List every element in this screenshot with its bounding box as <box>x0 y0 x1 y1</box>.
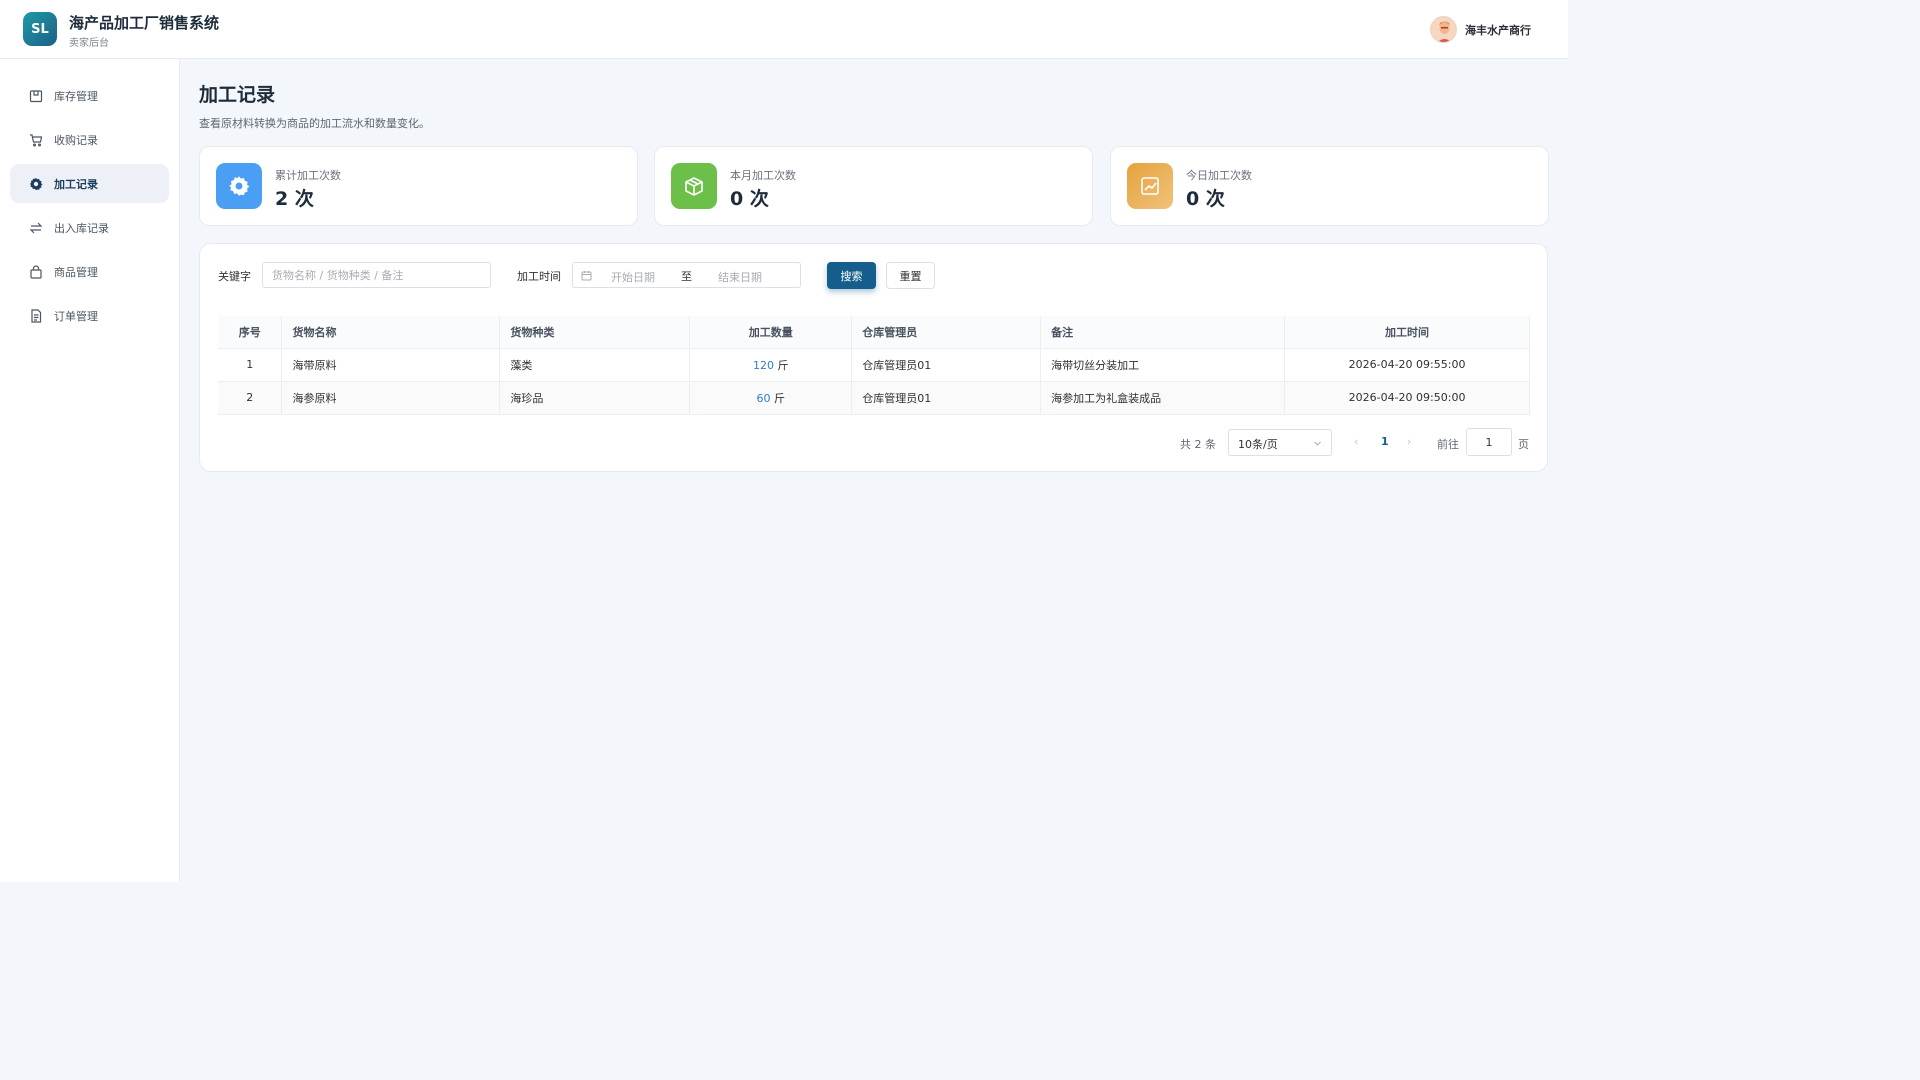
table-row: 1 海带原料 藻类 120 斤 仓库管理员01 海带切丝分装加工 2026-04… <box>218 348 1530 382</box>
column-header: 备注 <box>1040 316 1286 349</box>
pagination-total: 共 2 条 <box>1180 438 1216 451</box>
table-header-row: 序号 货物名称 货物种类 加工数量 仓库管理员 备注 加工时间 <box>218 316 1530 349</box>
stat-label: 累计加工次数 <box>275 169 341 182</box>
page-size-value: 10条/页 <box>1238 438 1278 451</box>
date-range-picker[interactable]: 开始日期 至 结束日期 <box>572 262 801 288</box>
keyword-input[interactable] <box>263 263 490 287</box>
goto-page-input[interactable]: 1 <box>1466 428 1512 456</box>
avatar[interactable] <box>1430 16 1457 43</box>
cell-time: 2026-04-20 09:55:00 <box>1284 348 1530 382</box>
sidebar-item-processing[interactable]: 加工记录 <box>10 164 169 203</box>
app-title: 海产品加工厂销售系统 <box>69 14 220 32</box>
bag-icon <box>28 264 43 279</box>
stat-label: 今日加工次数 <box>1186 169 1252 182</box>
stat-value: 0 次 <box>730 188 769 210</box>
goto-label: 前往 <box>1437 438 1459 451</box>
calendar-icon <box>581 270 592 284</box>
time-label: 加工时间 <box>517 270 561 283</box>
end-date-input[interactable]: 结束日期 <box>718 269 762 285</box>
column-header: 货物名称 <box>281 316 501 349</box>
stat-card-month: 本月加工次数 0 次 <box>654 146 1093 226</box>
sidebar-item-label: 收购记录 <box>54 133 98 147</box>
stat-value: 2 次 <box>275 188 314 210</box>
processing-records-table: 序号 货物名称 货物种类 加工数量 仓库管理员 备注 加工时间 1 海带原料 藻… <box>218 316 1530 415</box>
page-suffix: 页 <box>1518 438 1529 451</box>
page-number-current[interactable]: 1 <box>1381 435 1389 448</box>
cell-name: 海带原料 <box>281 348 501 382</box>
start-date-input[interactable]: 开始日期 <box>611 269 655 285</box>
cell-category: 藻类 <box>499 348 691 382</box>
sidebar-item-stock-io[interactable]: 出入库记录 <box>10 208 169 247</box>
trend-chart-icon <box>1127 163 1173 209</box>
quantity-value: 120 <box>753 358 775 372</box>
sidebar-item-label: 订单管理 <box>54 309 98 323</box>
cell-category: 海珍品 <box>499 381 691 415</box>
stat-card-total: 累计加工次数 2 次 <box>199 146 638 226</box>
column-header: 加工数量 <box>689 316 853 349</box>
range-separator: 至 <box>681 270 692 283</box>
top-header: SL 海产品加工厂销售系统 卖家后台 海丰水产商行 <box>0 0 1568 59</box>
quantity-unit: 斤 <box>777 358 789 372</box>
table-row: 2 海参原料 海珍品 60 斤 仓库管理员01 海参加工为礼盒装成品 2026-… <box>218 381 1530 415</box>
sidebar: 库存管理 收购记录 加工记录 出入库记录 商品管理 订单管理 <box>0 59 180 882</box>
inventory-icon <box>28 88 43 103</box>
search-button[interactable]: 搜索 <box>827 262 876 289</box>
gear-icon <box>216 163 262 209</box>
cell-manager: 仓库管理员01 <box>851 348 1042 382</box>
column-header: 加工时间 <box>1284 316 1530 349</box>
app-logo[interactable]: SL <box>23 12 57 46</box>
sidebar-item-products[interactable]: 商品管理 <box>10 252 169 291</box>
page-description: 查看原材料转换为商品的加工流水和数量变化。 <box>199 117 430 130</box>
cell-quantity: 60 斤 <box>689 381 853 415</box>
reset-button[interactable]: 重置 <box>886 262 935 289</box>
column-header: 序号 <box>218 316 283 349</box>
cell-time: 2026-04-20 09:50:00 <box>1284 381 1530 415</box>
sidebar-item-purchase[interactable]: 收购记录 <box>10 120 169 159</box>
chevron-down-icon <box>1313 438 1322 451</box>
sidebar-item-label: 商品管理 <box>54 265 98 279</box>
gear-icon <box>28 176 43 191</box>
transfer-icon <box>28 220 43 235</box>
page-title: 加工记录 <box>199 84 276 106</box>
column-header: 货物种类 <box>499 316 691 349</box>
column-header: 仓库管理员 <box>851 316 1042 349</box>
cell-index: 2 <box>218 381 283 415</box>
cell-name: 海参原料 <box>281 381 501 415</box>
stat-value: 0 次 <box>1186 188 1225 210</box>
box-icon <box>671 163 717 209</box>
page-size-select[interactable]: 10条/页 <box>1228 429 1332 456</box>
cell-remark: 海带切丝分装加工 <box>1040 348 1286 382</box>
prev-page-button[interactable]: ‹ <box>1354 435 1358 448</box>
sidebar-item-label: 出入库记录 <box>54 221 109 235</box>
cell-quantity: 120 斤 <box>689 348 853 382</box>
next-page-button[interactable]: › <box>1407 435 1411 448</box>
records-panel: 关键字 加工时间 开始日期 至 结束日期 搜索 重置 序号 货物名称 货物种类 … <box>199 243 1548 472</box>
quantity-unit: 斤 <box>774 391 786 405</box>
app-subtitle: 卖家后台 <box>69 38 109 49</box>
cell-manager: 仓库管理员01 <box>851 381 1042 415</box>
cell-remark: 海参加工为礼盒装成品 <box>1040 381 1286 415</box>
cart-icon <box>28 132 43 147</box>
sidebar-item-label: 库存管理 <box>54 89 98 103</box>
sidebar-item-label: 加工记录 <box>54 177 98 191</box>
keyword-field-wrapper <box>262 262 491 288</box>
stat-card-today: 今日加工次数 0 次 <box>1110 146 1549 226</box>
stat-label: 本月加工次数 <box>730 169 796 182</box>
cell-index: 1 <box>218 348 283 382</box>
avatar-image-icon <box>1431 17 1456 42</box>
sidebar-item-orders[interactable]: 订单管理 <box>10 296 169 335</box>
sidebar-item-inventory[interactable]: 库存管理 <box>10 76 169 115</box>
quantity-value: 60 <box>756 391 771 405</box>
keyword-label: 关键字 <box>218 270 251 283</box>
document-icon <box>28 308 43 323</box>
user-name[interactable]: 海丰水产商行 <box>1465 22 1531 38</box>
